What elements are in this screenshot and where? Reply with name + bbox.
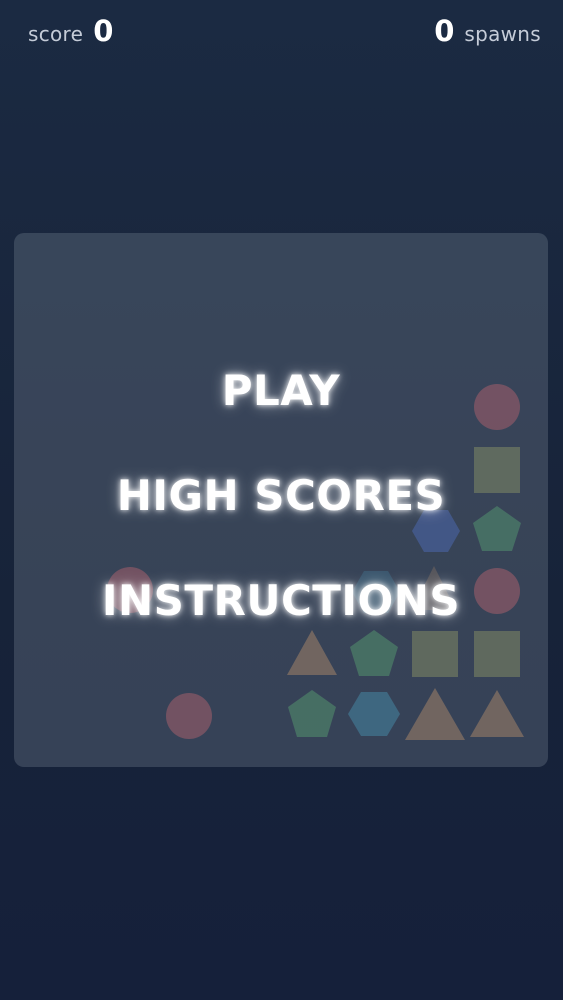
spawns-display: 0 spawns bbox=[434, 14, 541, 54]
spawns-value: 0 bbox=[434, 14, 455, 48]
instructions-button[interactable]: INSTRUCTIONS bbox=[14, 573, 548, 629]
score-value: 0 bbox=[93, 14, 114, 48]
main-menu: PLAY HIGH SCORES INSTRUCTIONS bbox=[14, 233, 548, 767]
play-button[interactable]: PLAY bbox=[14, 363, 548, 419]
score-label: score bbox=[28, 22, 84, 46]
high-scores-button[interactable]: HIGH SCORES bbox=[14, 468, 548, 524]
score-display: score 0 bbox=[28, 14, 113, 54]
spawns-label: spawns bbox=[464, 22, 541, 46]
